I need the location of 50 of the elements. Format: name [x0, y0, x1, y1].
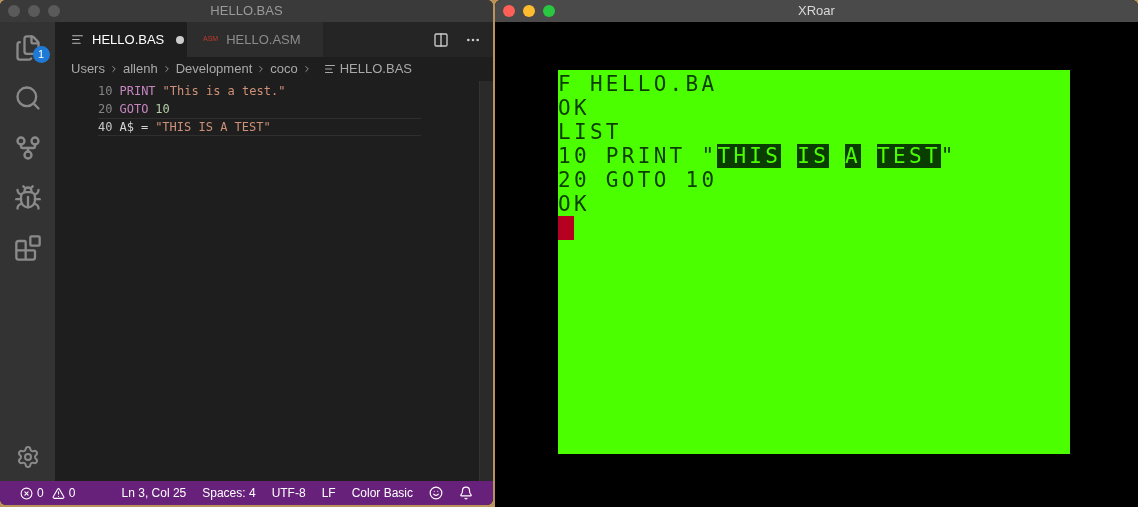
split-editor-icon[interactable] — [433, 31, 449, 48]
code-token: GOTO — [119, 101, 149, 118]
status-item[interactable]: LF — [321, 484, 336, 502]
line-number: 40 — [98, 119, 113, 136]
window-control-icon[interactable] — [523, 5, 535, 17]
window-title: HELLO.BAS — [210, 2, 283, 21]
error-count[interactable]: 0 — [37, 484, 44, 502]
search-icon[interactable] — [13, 84, 42, 112]
breadcrumb[interactable]: HELLO.BAS — [339, 59, 412, 79]
file-lines-icon — [71, 33, 84, 46]
breadcrumb[interactable]: coco — [270, 59, 298, 79]
code-token: PRINT — [119, 83, 156, 100]
code-token: 10 — [155, 101, 170, 118]
notification-badge: 1 — [32, 46, 50, 63]
screen-line: 10 PRINT "THIS IS A TEST" — [558, 144, 958, 168]
code-token: = — [140, 119, 149, 136]
status-item[interactable]: Color Basic — [351, 484, 413, 502]
breadcrumb[interactable]: allenh — [122, 59, 158, 79]
smiley-icon[interactable] — [429, 486, 443, 500]
debug-icon[interactable] — [13, 184, 42, 212]
status-item[interactable]: UTF-8 — [271, 484, 306, 502]
screen-line: OK — [558, 192, 591, 216]
settings-icon[interactable] — [15, 445, 40, 469]
screen-line: OK — [558, 96, 591, 120]
code-token: "THIS IS A TEST" — [155, 119, 271, 136]
files-icon[interactable] — [13, 34, 42, 62]
code-token: A$ — [119, 119, 134, 136]
screen-line: 20 GOTO 10 — [558, 168, 719, 192]
status-item[interactable]: Ln 3, Col 25 — [121, 484, 187, 502]
source-control-icon[interactable] — [13, 134, 42, 162]
breadcrumb[interactable]: Users — [71, 59, 105, 79]
error-icon[interactable] — [20, 486, 33, 500]
window-title: XRoar — [798, 2, 835, 21]
warning-icon[interactable] — [51, 486, 65, 500]
line-number: 10 — [98, 83, 113, 100]
screen-line: LIST — [558, 120, 623, 144]
scrollbar[interactable] — [479, 81, 493, 481]
status-item[interactable]: Spaces: 4 — [202, 484, 256, 502]
extensions-icon[interactable] — [13, 234, 42, 262]
editor-tab[interactable]: HELLO.BAS — [55, 22, 187, 57]
breadcrumb[interactable]: Development — [175, 59, 253, 79]
window-control-icon[interactable] — [543, 5, 555, 17]
code-token: "This is a test." — [162, 83, 286, 100]
window-control-icon[interactable] — [503, 5, 515, 17]
warning-count[interactable]: 0 — [68, 484, 76, 502]
cursor-block — [558, 216, 574, 240]
file-lines-icon — [323, 63, 336, 75]
screen-line: F HELLO.BA — [558, 72, 719, 96]
bell-icon[interactable] — [459, 486, 473, 500]
line-number: 20 — [98, 101, 113, 118]
